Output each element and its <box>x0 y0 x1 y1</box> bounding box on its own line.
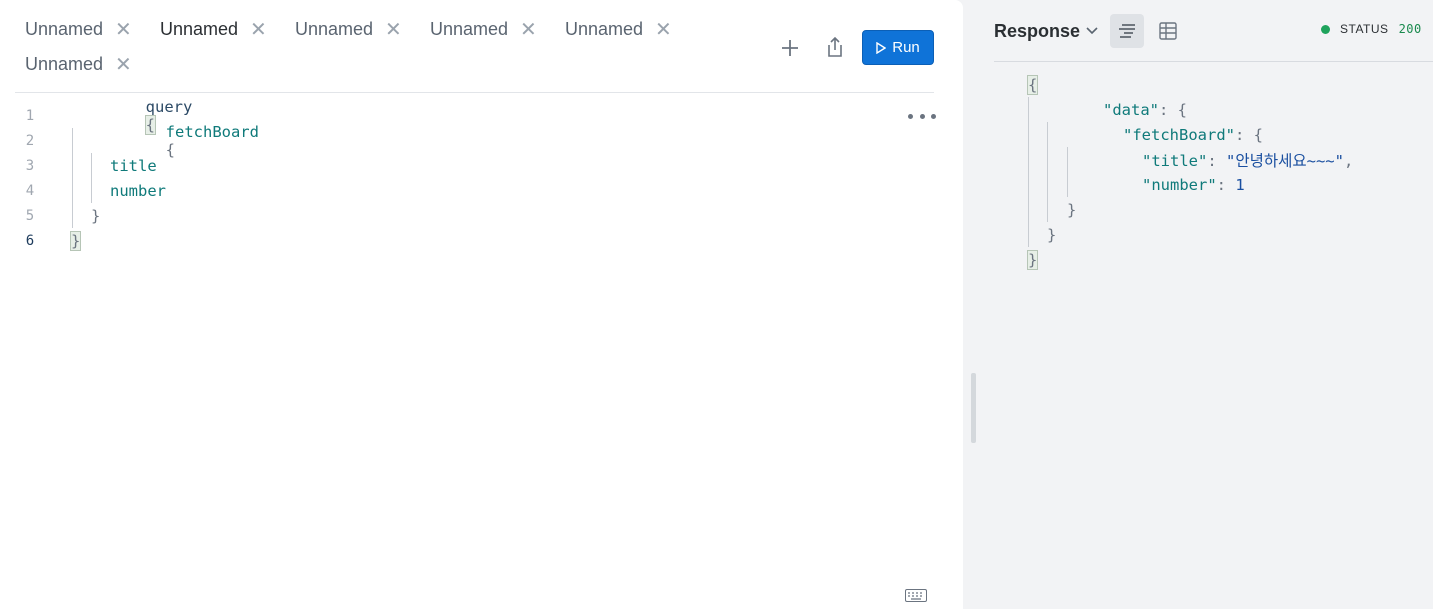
query-editor[interactable]: 1 query { 2 fetchBoard { 3 title 4 numbe… <box>0 98 960 253</box>
table-icon <box>1159 22 1177 40</box>
code-line: 6 } <box>0 228 960 253</box>
code-line: 5 } <box>0 203 960 228</box>
keyboard-shortcuts-button[interactable] <box>905 589 927 607</box>
close-brace: } <box>1026 249 1039 270</box>
code-line: 4 number <box>0 178 960 203</box>
close-brace: } <box>1047 225 1057 244</box>
share-button[interactable] <box>822 34 848 60</box>
field-title: title <box>110 156 157 175</box>
table-view-button[interactable] <box>1151 14 1185 48</box>
tab-label: Unnamed <box>565 19 644 39</box>
response-title: Response <box>994 20 1081 41</box>
indent-guide <box>1028 97 1029 247</box>
tab-label: Unnamed <box>295 19 374 39</box>
tab-label: Unnamed <box>430 19 509 39</box>
close-icon[interactable]: ✕ <box>115 55 132 75</box>
tab-unnamed-3[interactable]: Unnamed ✕ <box>295 12 402 47</box>
line-number: 6 <box>25 232 35 249</box>
dot <box>908 113 913 119</box>
close-icon[interactable]: ✕ <box>250 20 267 40</box>
close-icon[interactable]: ✕ <box>655 20 672 40</box>
keyboard-icon <box>905 589 927 602</box>
line-number: 1 <box>25 107 35 124</box>
line-number: 2 <box>25 132 35 149</box>
editor-panel: Unnamed ✕ Unnamed ✕ Unnamed ✕ Unnamed ✕ … <box>0 0 963 609</box>
line-number: 4 <box>25 182 35 199</box>
tab-unnamed-5[interactable]: Unnamed ✕ <box>565 12 672 47</box>
close-icon[interactable]: ✕ <box>385 20 402 40</box>
close-icon[interactable]: ✕ <box>115 20 132 40</box>
tab-unnamed-6[interactable]: Unnamed ✕ <box>25 47 132 82</box>
status-label: STATUS <box>1340 22 1389 36</box>
indent-guide <box>1047 122 1048 222</box>
response-selector[interactable]: Response <box>994 14 1098 48</box>
line-number: 5 <box>25 207 35 224</box>
field-fetchboard: fetchBoard <box>165 122 259 141</box>
colon: : <box>1216 175 1236 194</box>
code-line: 3 title <box>0 153 960 178</box>
open-brace: { <box>1026 74 1039 95</box>
comma: , <box>1343 151 1354 170</box>
add-tab-button[interactable] <box>777 35 803 61</box>
value-number: 1 <box>1235 175 1245 194</box>
response-divider <box>994 61 1433 62</box>
run-label: Run <box>892 39 920 56</box>
field-number: number <box>110 181 166 200</box>
json-entry: "number": 1 <box>1086 158 1245 212</box>
dot <box>931 113 936 119</box>
tab-unnamed-2[interactable]: Unnamed ✕ <box>160 12 267 47</box>
tab-label: Unnamed <box>25 54 104 74</box>
code-line: 2 fetchBoard { <box>0 123 960 159</box>
plus-icon <box>782 40 798 56</box>
dot <box>919 113 925 119</box>
key-number: "number" <box>1142 175 1217 194</box>
share-icon <box>828 36 842 57</box>
panel-resize-handle[interactable] <box>971 373 976 443</box>
tab-unnamed-4[interactable]: Unnamed ✕ <box>430 12 537 47</box>
run-button[interactable]: Run <box>862 30 934 65</box>
tab-label: Unnamed <box>160 19 239 39</box>
status-dot <box>1321 24 1330 34</box>
chevron-down-icon <box>1086 27 1098 35</box>
status-code: 200 <box>1398 22 1422 36</box>
play-icon <box>876 41 887 54</box>
close-icon[interactable]: ✕ <box>520 20 537 40</box>
text-lines-icon <box>1119 24 1135 38</box>
close-brace: } <box>91 206 101 225</box>
tab-unnamed-1[interactable]: Unnamed ✕ <box>25 12 132 47</box>
tab-label: Unnamed <box>25 19 104 39</box>
close-brace: } <box>69 230 82 251</box>
status-indicator: STATUS 200 <box>1321 22 1422 36</box>
close-brace: } <box>1067 200 1077 219</box>
json-view-button[interactable] <box>1110 14 1144 48</box>
line-number: 3 <box>25 157 35 174</box>
more-options-button[interactable] <box>908 108 936 124</box>
